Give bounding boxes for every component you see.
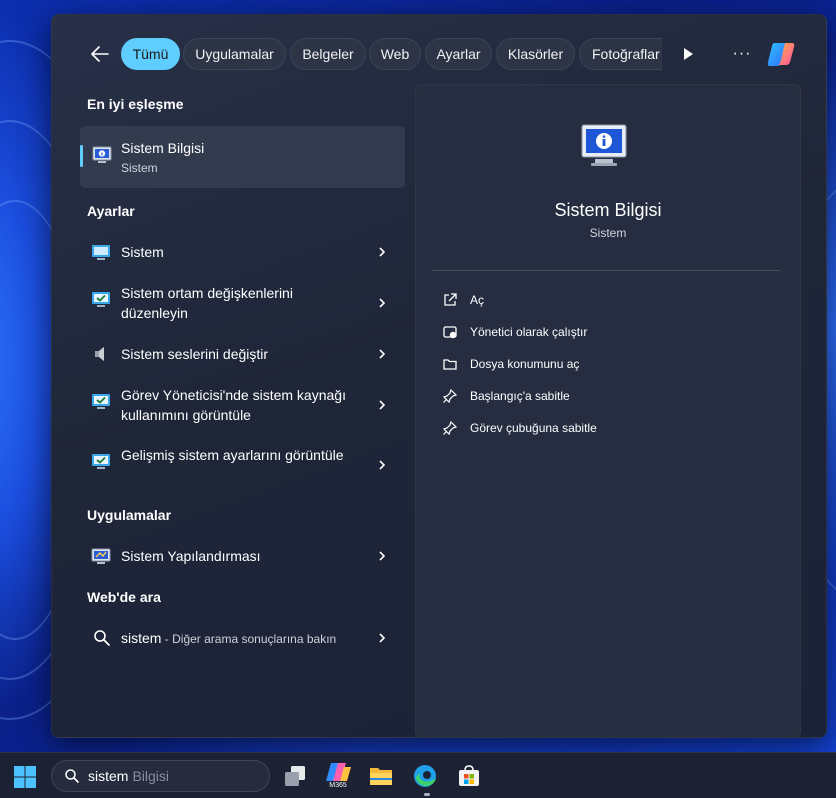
tab-belgeler[interactable]: Belgeler [290, 38, 366, 70]
microsoft-365-app[interactable]: M365 [324, 761, 352, 791]
monitor-checkmark-icon [92, 454, 110, 469]
more-options-button[interactable]: ··· [730, 42, 754, 66]
web-query-suffix: - Diğer arama sonuçlarına bakın [161, 632, 337, 646]
more-icon: ··· [732, 45, 752, 62]
settings-result-sistem-sesleri[interactable]: Sistem seslerini değiştir [80, 337, 405, 371]
settings-result-ortam-degiskenleri[interactable]: Sistem ortam değişkenlerini düzenleyin [80, 281, 405, 327]
action-label: Görev çubuğuna sabitle [470, 421, 597, 435]
copilot-button[interactable] [765, 38, 797, 70]
search-panel: Tümü Uygulamalar Belgeler Web Ayarlar Kl… [51, 14, 827, 738]
app-result-label: Sistem Yapılandırması [121, 548, 261, 564]
file-explorer-icon[interactable] [368, 763, 394, 789]
settings-result-label: Sistem seslerini değiştir [121, 346, 269, 362]
action-label: Başlangıç'a sabitle [470, 389, 570, 403]
action-pin-to-taskbar[interactable]: Görev çubuğuna sabitle [442, 417, 597, 439]
app-result-sistem-yapilandirmasi[interactable]: Sistem Yapılandırması [80, 539, 405, 573]
settings-result-label: Gelişmiş sistem ayarlarını görüntüle [121, 447, 344, 463]
open-external-icon [444, 293, 457, 306]
running-indicator [424, 793, 430, 796]
apps-heading: Uygulamalar [87, 507, 172, 523]
chevron-right-icon [379, 633, 386, 643]
microsoft-365-icon [326, 763, 351, 781]
best-match-title: Sistem Bilgisi [121, 140, 205, 156]
edge-icon[interactable] [412, 763, 438, 789]
action-pin-to-start[interactable]: Başlangıç'a sabitle [442, 385, 570, 407]
action-label: Dosya konumunu aç [470, 357, 580, 371]
taskbar-search-box[interactable]: sistem Bilgisi [51, 760, 270, 792]
action-label: Aç [470, 293, 485, 307]
monitor-checkmark-icon [92, 394, 110, 409]
task-view-icon[interactable] [282, 763, 308, 789]
action-run-as-admin[interactable]: Yönetici olarak çalıştır [442, 321, 587, 343]
detail-divider [432, 270, 780, 271]
windows-start-icon[interactable] [13, 765, 37, 789]
speaker-icon [95, 347, 104, 361]
shield-admin-icon [443, 326, 457, 339]
system-config-icon [91, 548, 111, 564]
web-search-result[interactable]: sistem - Diğer arama sonuçlarına bakın [80, 621, 405, 655]
monitor-checkmark-icon [92, 292, 110, 307]
best-match-subtitle: Sistem [121, 161, 158, 175]
web-heading: Web'de ara [87, 589, 161, 605]
search-icon [94, 630, 110, 646]
copilot-icon [767, 43, 795, 66]
settings-result-sistem[interactable]: Sistem [80, 235, 405, 269]
back-arrow-icon [91, 46, 109, 62]
play-icon [684, 48, 693, 60]
search-suggestion-text: Bilgisi [132, 768, 170, 784]
scroll-right-button[interactable] [680, 45, 696, 63]
action-open-file-location[interactable]: Dosya konumunu aç [442, 353, 579, 375]
folder-icon [443, 359, 457, 370]
tab-uygulamalar[interactable]: Uygulamalar [183, 38, 286, 70]
search-typed-text: sistem [88, 768, 129, 784]
tab-tumu[interactable]: Tümü [121, 38, 180, 70]
tab-fotograflar[interactable]: Fotoğraflar [579, 38, 662, 70]
settings-heading: Ayarlar [87, 203, 135, 219]
pin-icon [442, 420, 458, 436]
chevron-right-icon [379, 247, 386, 257]
system-info-icon [92, 146, 112, 163]
taskbar: sistem Bilgisi M365 [0, 752, 836, 798]
chevron-right-icon [379, 551, 386, 561]
settings-result-label: Sistem ortam değişkenlerini düzenleyin [121, 285, 293, 321]
detail-subtitle: Sistem [589, 226, 627, 240]
settings-result-gorev-yoneticisi[interactable]: Görev Yöneticisi'nde sistem kaynağı kull… [80, 383, 405, 429]
best-match-item[interactable]: Sistem Bilgisi Sistem [80, 126, 405, 188]
chevron-right-icon [379, 400, 386, 410]
chevron-right-icon [379, 460, 386, 470]
tab-klasorler[interactable]: Klasörler [496, 38, 575, 70]
back-button[interactable] [86, 40, 114, 68]
monitor-settings-icon [92, 245, 110, 260]
detail-pane: Sistem Bilgisi Sistem Aç Yönetici olarak… [415, 84, 801, 738]
filter-bar: Tümü Uygulamalar Belgeler Web Ayarlar Kl… [52, 37, 826, 71]
tab-ayarlar[interactable]: Ayarlar [425, 38, 492, 70]
web-query: sistem [121, 630, 162, 646]
best-match-heading: En iyi eşleşme [87, 96, 184, 112]
selection-indicator [80, 145, 83, 167]
microsoft-store-icon[interactable] [456, 763, 482, 789]
chevron-right-icon [379, 298, 386, 308]
web-search-label: sistem - Diğer arama sonuçlarına bakın [121, 628, 361, 649]
tab-web[interactable]: Web [369, 38, 421, 70]
detail-title: Sistem Bilgisi [554, 200, 662, 220]
settings-result-label: Sistem [121, 244, 164, 260]
settings-result-gelismis-sistem[interactable]: Gelişmiş sistem ayarlarını görüntüle [80, 443, 405, 489]
action-label: Yönetici olarak çalıştır [470, 325, 588, 339]
m365-label: M365 [329, 782, 347, 789]
settings-result-label: Görev Yöneticisi'nde sistem kaynağı kull… [121, 387, 346, 423]
chevron-right-icon [379, 349, 386, 359]
action-open[interactable]: Aç [442, 289, 484, 311]
search-icon [65, 769, 79, 783]
pin-icon [442, 388, 458, 404]
system-info-large-icon [581, 124, 627, 166]
